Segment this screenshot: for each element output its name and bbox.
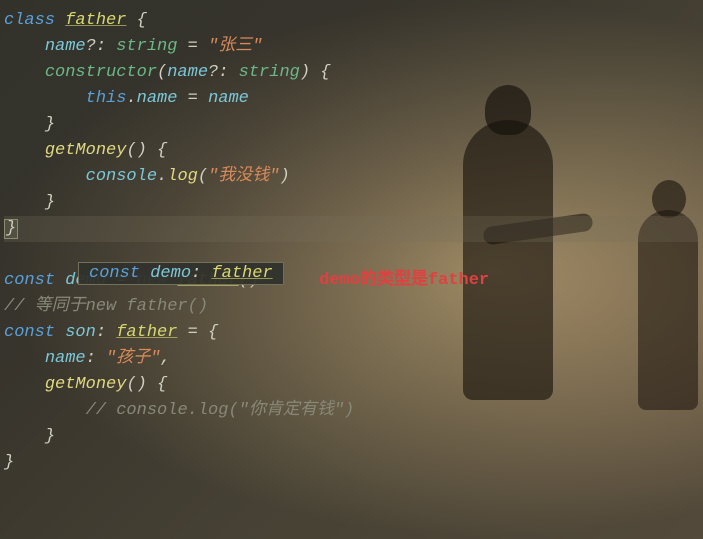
indent <box>4 349 45 368</box>
this-keyword: this <box>86 89 127 108</box>
indent <box>4 193 45 212</box>
indent <box>4 401 86 420</box>
type-string: string <box>106 37 177 56</box>
code-line[interactable]: getMoney() { <box>4 138 699 164</box>
code-line[interactable]: // console.log("你肯定有钱") <box>4 398 699 424</box>
paren: ) <box>279 167 289 186</box>
comment: // console.log("你肯定有钱") <box>86 401 355 420</box>
code-line[interactable]: const son: father = { <box>4 320 699 346</box>
equals: = <box>177 89 208 108</box>
indent <box>4 375 45 394</box>
variable: name <box>208 89 249 108</box>
hover-tooltip: const demo: father <box>78 262 284 285</box>
paren: ( <box>157 63 167 82</box>
code-line[interactable]: constructor(name?: string) { <box>4 60 699 86</box>
code-line[interactable]: } <box>4 450 699 476</box>
paren-brace: () { <box>126 375 167 394</box>
console-object: console <box>86 167 157 186</box>
indent <box>4 141 45 160</box>
paren-brace: () { <box>126 141 167 160</box>
const-keyword: const <box>4 323 55 342</box>
indent <box>4 37 45 56</box>
property-name: name <box>45 349 86 368</box>
variable-son: son <box>55 323 96 342</box>
code-line[interactable]: class father { <box>4 8 699 34</box>
brace: } <box>45 427 55 446</box>
brace-matched: } <box>4 219 18 239</box>
string-literal: "我没钱" <box>208 167 279 186</box>
colon: : <box>86 349 106 368</box>
method-name: getMoney <box>45 375 127 394</box>
brace: { <box>126 11 146 30</box>
string-literal: "孩子" <box>106 349 160 368</box>
equals: = <box>177 37 208 56</box>
colon: : <box>96 323 116 342</box>
method-name: getMoney <box>45 141 127 160</box>
optional-marker: ?: <box>86 37 106 56</box>
tooltip-type: father <box>211 264 272 283</box>
indent <box>4 89 86 108</box>
brace: } <box>45 193 55 212</box>
code-line[interactable]: } <box>4 424 699 450</box>
tooltip-const: const <box>89 264 140 283</box>
comma: , <box>160 349 170 368</box>
log-method: log <box>167 167 198 186</box>
code-line-active[interactable]: } <box>4 216 699 242</box>
comment: // 等同于new father() <box>4 297 208 316</box>
property: name <box>137 89 178 108</box>
indent <box>4 167 86 186</box>
code-line[interactable]: } <box>4 190 699 216</box>
optional-marker: ?: <box>208 63 228 82</box>
paren: ( <box>198 167 208 186</box>
keyword-class: class <box>4 11 55 30</box>
code-line[interactable]: this.name = name <box>4 86 699 112</box>
brace: } <box>4 453 14 472</box>
code-line[interactable]: // 等同于new father() <box>4 294 699 320</box>
indent <box>4 115 45 134</box>
code-line[interactable]: name?: string = "张三" <box>4 34 699 60</box>
paren-brace: ) { <box>300 63 331 82</box>
dot: . <box>126 89 136 108</box>
annotation-text: demo的类型是father <box>319 271 489 290</box>
tooltip-colon: : <box>191 264 211 283</box>
eq-brace: = { <box>177 323 218 342</box>
code-line[interactable]: getMoney() { <box>4 372 699 398</box>
indent <box>4 63 45 82</box>
code-editor[interactable]: class father { name?: string = "张三" cons… <box>0 0 703 484</box>
constructor-keyword: constructor <box>45 63 157 82</box>
tooltip-var: demo <box>140 264 191 283</box>
type-annotation: father <box>116 323 177 342</box>
indent <box>4 427 45 446</box>
code-line[interactable]: name: "孩子", <box>4 346 699 372</box>
property-name: name <box>45 37 86 56</box>
code-line[interactable]: } <box>4 112 699 138</box>
param-name: name <box>167 63 208 82</box>
dot: . <box>157 167 167 186</box>
brace: } <box>45 115 55 134</box>
type-string: string <box>228 63 299 82</box>
class-name: father <box>65 11 126 30</box>
const-keyword: const <box>4 271 55 290</box>
string-literal: "张三" <box>208 37 262 56</box>
code-line[interactable]: console.log("我没钱") <box>4 164 699 190</box>
